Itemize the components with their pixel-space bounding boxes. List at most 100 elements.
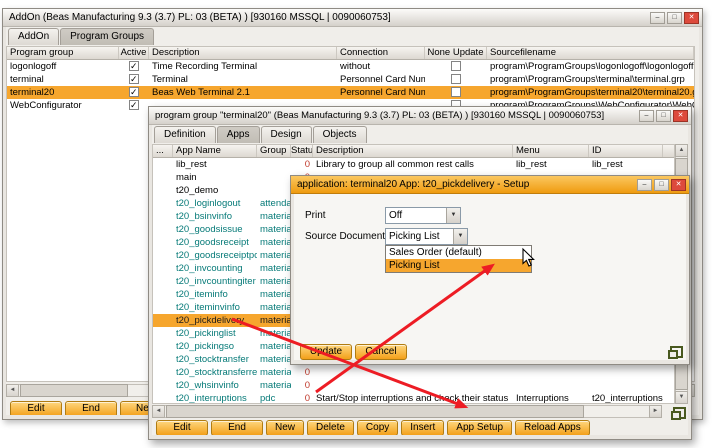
button-app-setup[interactable]: App Setup — [447, 420, 512, 435]
row-lib-rest[interactable]: lib_rest0Library to group all common res… — [153, 158, 674, 171]
button-reload-apps[interactable]: Reload Apps — [515, 420, 590, 435]
button-edit[interactable]: Edit — [156, 420, 208, 435]
close-icon[interactable]: ✕ — [673, 110, 688, 122]
maximize-icon[interactable]: □ — [656, 110, 671, 122]
cell-app-name: t20_iteminvinfo — [173, 301, 257, 314]
cell-description — [313, 366, 513, 379]
row-t20-stocktransferre[interactable]: t20_stocktransferrematerialm0 — [153, 366, 674, 379]
scroll-left-icon[interactable]: ◄ — [6, 384, 19, 397]
column-header-id[interactable]: ID — [589, 145, 663, 157]
button-end[interactable]: End — [65, 401, 117, 415]
main-tab-strip: AddOnProgram Groups — [8, 28, 155, 45]
button-edit[interactable]: Edit — [10, 401, 62, 415]
close-icon[interactable]: ✕ — [671, 179, 686, 191]
desktop: AddOn (Beas Manufacturing 9.3 (3.7) PL: … — [0, 0, 722, 448]
active-checkbox[interactable] — [129, 74, 139, 84]
column-header-active[interactable]: Active — [119, 47, 149, 59]
cell-icon — [153, 184, 173, 197]
button-cancel[interactable]: Cancel — [355, 344, 407, 360]
scroll-down-icon[interactable]: ▼ — [675, 391, 688, 404]
row-terminal20[interactable]: terminal20Beas Web Terminal 2.1Personnel… — [7, 86, 694, 99]
column-header-connection[interactable]: Connection — [337, 47, 425, 59]
column-header-description[interactable]: Description — [149, 47, 337, 59]
main-window-titlebar[interactable]: AddOn (Beas Manufacturing 9.3 (3.7) PL: … — [3, 9, 702, 27]
chevron-down-icon[interactable]: ▼ — [453, 229, 467, 244]
row-logonlogoff[interactable]: logonlogoffTime Recording Terminalwithou… — [7, 60, 694, 73]
none-update-checkbox[interactable] — [451, 87, 461, 97]
cell-group: attendanc — [257, 197, 291, 210]
maximize-icon[interactable]: □ — [654, 179, 669, 191]
tab-program-groups[interactable]: Program Groups — [60, 28, 154, 45]
column-header-description[interactable]: Description — [313, 145, 513, 157]
tab-definition[interactable]: Definition — [154, 126, 216, 143]
column-header-none-update[interactable]: None Update — [425, 47, 487, 59]
apps-window-titlebar[interactable]: program group "terminal20" (Beas Manufac… — [149, 107, 691, 125]
tab-addon[interactable]: AddOn — [8, 28, 59, 45]
minimize-icon[interactable]: – — [639, 110, 654, 122]
cell-icon — [153, 275, 173, 288]
tab-objects[interactable]: Objects — [313, 126, 367, 143]
row-terminal[interactable]: terminalTerminalPersonnel Card Numbeprog… — [7, 73, 694, 86]
dropdown-option-picking-list[interactable]: Picking List — [386, 259, 531, 272]
horizontal-scrollbar[interactable]: ◄ ► — [152, 405, 662, 418]
source-document-label: Source Document — [305, 231, 385, 242]
cell-app-name: t20_stocktransferre — [173, 366, 257, 379]
source-document-dropdown[interactable]: Picking List ▼ — [385, 228, 468, 245]
active-checkbox[interactable] — [129, 100, 139, 110]
setup-dialog-titlebar[interactable]: application: terminal20 App: t20_pickdel… — [291, 176, 689, 194]
button-end[interactable]: End — [211, 420, 263, 435]
button-update[interactable]: Update — [300, 344, 352, 360]
cell-app-name: t20_goodsreceiptpc — [173, 249, 257, 262]
none-update-checkbox[interactable] — [451, 74, 461, 84]
column-header-app-name[interactable]: App Name — [173, 145, 257, 157]
cell-program-group: terminal — [7, 73, 119, 86]
cell-app-name: t20_pickingso — [173, 340, 257, 353]
column-header-sourcefilename[interactable]: Sourcefilename — [487, 47, 694, 59]
cell-group: materialm — [257, 236, 291, 249]
column-header-group[interactable]: Group — [257, 145, 291, 157]
scrollbar-thumb[interactable] — [166, 405, 584, 418]
cell-app-name: t20_invcounting — [173, 262, 257, 275]
tab-apps[interactable]: Apps — [217, 126, 260, 143]
cell-connection: without — [337, 60, 425, 73]
cell-none-update — [425, 60, 487, 73]
active-checkbox[interactable] — [129, 87, 139, 97]
cell-group: materialm — [257, 288, 291, 301]
column-header-menu[interactable]: Menu — [513, 145, 589, 157]
cell-group: materialm — [257, 210, 291, 223]
print-dropdown[interactable]: Off ▼ — [385, 207, 461, 224]
cell-icon — [153, 288, 173, 301]
scroll-up-icon[interactable]: ▲ — [675, 144, 688, 157]
scroll-right-icon[interactable]: ► — [649, 405, 662, 418]
cell-description — [313, 379, 513, 392]
cell-icon — [153, 210, 173, 223]
column-header-status[interactable]: Status — [291, 145, 313, 157]
cell-sourcefilename: program\ProgramGroups\terminal20\termina… — [487, 86, 694, 99]
dropdown-option-sales-order-default[interactable]: Sales Order (default) — [386, 246, 531, 259]
active-checkbox[interactable] — [129, 61, 139, 71]
button-delete[interactable]: Delete — [307, 420, 354, 435]
chevron-down-icon[interactable]: ▼ — [446, 208, 460, 223]
row-t20-whsinvinfo[interactable]: t20_whsinvinfomaterialm0 — [153, 379, 674, 392]
maximize-icon[interactable]: □ — [667, 12, 682, 24]
close-icon[interactable]: ✕ — [684, 12, 699, 24]
column-header-col-0[interactable]: ... — [153, 145, 173, 157]
button-insert[interactable]: Insert — [401, 420, 444, 435]
tab-design[interactable]: Design — [261, 126, 312, 143]
main-window-title: AddOn (Beas Manufacturing 9.3 (3.7) PL: … — [9, 12, 648, 23]
cell-id — [589, 379, 663, 392]
minimize-icon[interactable]: – — [637, 179, 652, 191]
scroll-left-icon[interactable]: ◄ — [152, 405, 165, 418]
none-update-checkbox[interactable] — [451, 61, 461, 71]
column-header-program-group[interactable]: Program group — [7, 47, 119, 59]
button-copy[interactable]: Copy — [357, 420, 398, 435]
button-new[interactable]: New — [266, 420, 304, 435]
cell-app-name: t20_pickinglist — [173, 327, 257, 340]
row-t20-interruptions[interactable]: t20_interruptionspdc0Start/Stop interrup… — [153, 392, 674, 404]
resize-grip-icon[interactable] — [671, 407, 686, 420]
cell-active — [119, 60, 149, 73]
cell-group — [257, 158, 291, 171]
resize-grip-icon[interactable] — [668, 346, 683, 359]
minimize-icon[interactable]: – — [650, 12, 665, 24]
scrollbar-thumb[interactable] — [20, 384, 128, 397]
